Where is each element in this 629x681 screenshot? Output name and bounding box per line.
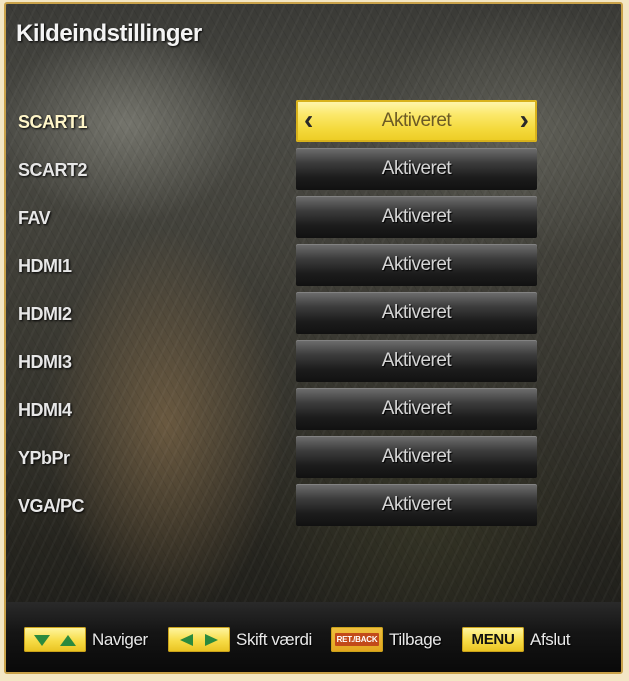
menu-key: MENU xyxy=(462,627,524,652)
source-value: Aktiveret xyxy=(381,398,452,419)
source-value: Aktiveret xyxy=(381,494,452,515)
source-label: SCART2 xyxy=(18,160,88,180)
source-value-box[interactable]: Aktiveret xyxy=(296,388,537,430)
source-row-hdmi3[interactable]: HDMI3 Aktiveret xyxy=(6,340,621,384)
source-row-hdmi4[interactable]: HDMI4 Aktiveret xyxy=(6,388,621,432)
source-value-box[interactable]: Aktiveret xyxy=(296,244,537,286)
source-label: FAV xyxy=(18,208,51,228)
source-label: HDMI3 xyxy=(18,352,72,372)
source-row-vga-pc[interactable]: VGA/PC Aktiveret xyxy=(6,484,621,528)
menu-title: Kildeindstillinger xyxy=(16,20,202,47)
source-value-box[interactable]: Aktiveret xyxy=(296,340,537,382)
source-row-hdmi1[interactable]: HDMI1 Aktiveret xyxy=(6,244,621,288)
legend-change-value: Skift værdi xyxy=(168,627,312,652)
legend-label: Skift værdi xyxy=(236,629,312,649)
source-value-selector[interactable]: ‹ Aktiveret › xyxy=(296,100,537,142)
key-label: RET./BACK xyxy=(334,633,380,646)
legend-navigate: Naviger xyxy=(24,627,148,652)
source-label: HDMI1 xyxy=(18,256,72,276)
source-value: Aktiveret xyxy=(381,158,452,179)
source-value: Aktiveret xyxy=(381,446,452,467)
source-value-box[interactable]: Aktiveret xyxy=(296,196,537,238)
source-row-scart1[interactable]: SCART1 ‹ Aktiveret › xyxy=(6,100,621,144)
source-label: YPbPr xyxy=(18,448,70,468)
chevron-right-icon[interactable]: › xyxy=(520,104,529,136)
source-value-box[interactable]: Aktiveret xyxy=(296,484,537,526)
source-value: Aktiveret xyxy=(381,110,452,131)
left-right-arrows-icon xyxy=(168,627,230,652)
source-row-scart2[interactable]: SCART2 Aktiveret xyxy=(6,148,621,192)
source-row-ypbpr[interactable]: YPbPr Aktiveret xyxy=(6,436,621,480)
source-label: HDMI4 xyxy=(18,400,72,420)
legend-label: Afslut xyxy=(530,629,571,649)
source-row-hdmi2[interactable]: HDMI2 Aktiveret xyxy=(6,292,621,336)
source-label: VGA/PC xyxy=(18,496,85,516)
source-label: SCART1 xyxy=(18,112,88,132)
source-value: Aktiveret xyxy=(381,302,452,323)
source-row-fav[interactable]: FAV Aktiveret xyxy=(6,196,621,240)
source-label: HDMI2 xyxy=(18,304,72,324)
up-down-arrows-icon xyxy=(24,627,86,652)
source-value-box[interactable]: Aktiveret xyxy=(296,436,537,478)
legend-label: Naviger xyxy=(92,629,148,649)
legend-label: Tilbage xyxy=(389,629,442,649)
legend-exit: MENU Afslut xyxy=(462,627,571,652)
source-value: Aktiveret xyxy=(381,254,452,275)
source-value: Aktiveret xyxy=(381,206,452,227)
legend-back: RET./BACK Tilbage xyxy=(331,627,442,652)
source-value-box[interactable]: Aktiveret xyxy=(296,292,537,334)
source-value: Aktiveret xyxy=(381,350,452,371)
tv-osd-screen: Kildeindstillinger SCART1 ‹ Aktiveret › … xyxy=(4,2,623,674)
source-value-box[interactable]: Aktiveret xyxy=(296,148,537,190)
help-bar: Naviger Skift værdi RET./BACK Tilbage ME… xyxy=(6,602,621,672)
ret-back-key: RET./BACK xyxy=(331,627,383,652)
